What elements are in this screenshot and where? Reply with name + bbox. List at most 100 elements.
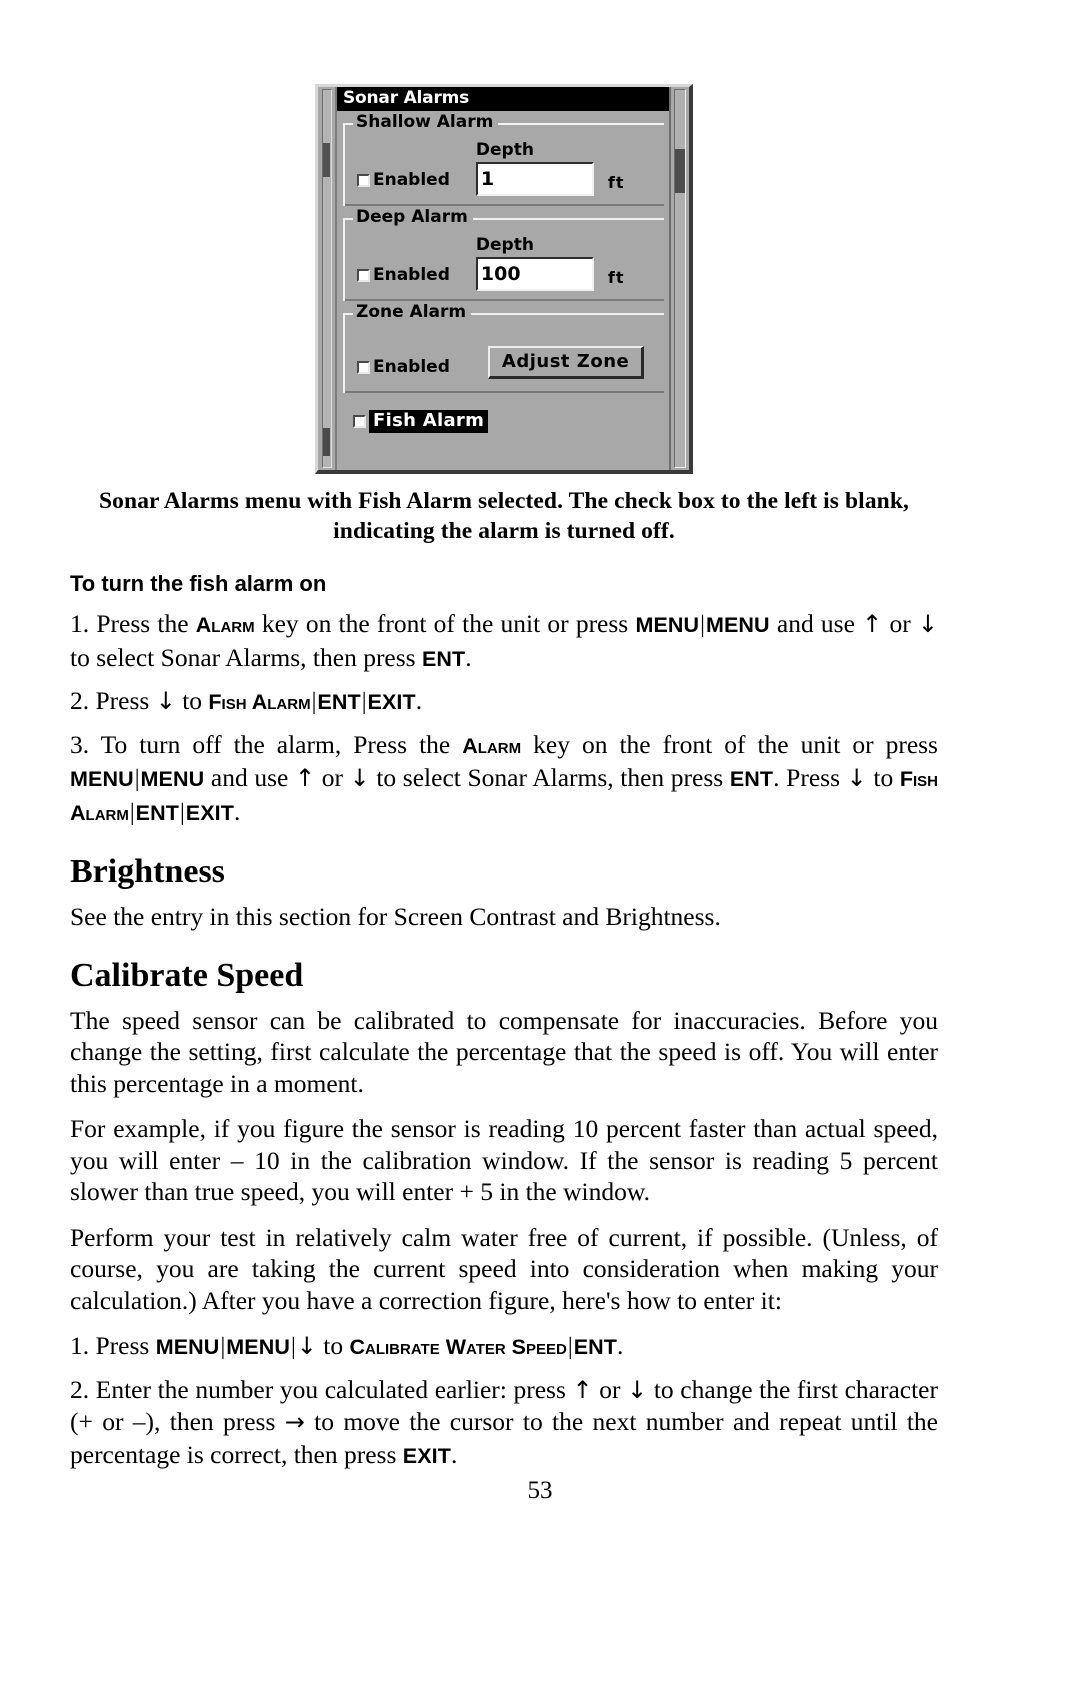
step3-text-3: and use: [204, 763, 295, 792]
shallow-alarm-depth-label: Depth: [475, 140, 534, 160]
checkbox-unchecked-icon[interactable]: [357, 360, 370, 374]
key-fish-alarm: Fish Alarm: [208, 690, 311, 714]
step-2-fish-alarm: 2. Press ↓ to Fish Alarm|ENT|EXIT.: [70, 685, 938, 719]
step3-text-8: .: [233, 796, 241, 826]
calstep2-text-2: or: [592, 1374, 628, 1404]
group-legend-shallow-alarm: Shallow Alarm: [353, 112, 499, 132]
calstep1-text-2: to: [316, 1331, 350, 1360]
shallow-alarm-enabled-label: Enabled: [373, 170, 450, 190]
key-exit: EXIT: [402, 1443, 451, 1468]
sonar-device-screen: Sonar Alarms Shallow Alarm Enabled Depth…: [315, 84, 693, 474]
calstep1-text-3: .: [617, 1331, 624, 1360]
page-number: 53: [527, 1477, 553, 1504]
paragraph-calibrate-1: The speed sensor can be calibrated to co…: [70, 1005, 938, 1098]
arrow-up-icon: ↑: [862, 610, 883, 638]
shallow-alarm-depth-entry: 1 ft: [475, 162, 625, 196]
step1-text-5: to select Sonar Alarms, then press: [70, 642, 422, 672]
key-menu: MENU: [226, 1335, 290, 1359]
key-menu: MENU: [705, 613, 770, 637]
key-separator: |: [290, 1334, 296, 1360]
deep-alarm-row: Enabled Depth 100 ft: [345, 220, 664, 293]
deep-alarm-enabled-label: Enabled: [373, 265, 450, 285]
deep-alarm-enabled-checkbox-row[interactable]: Enabled: [357, 265, 450, 291]
step3-text-6: . Press: [773, 763, 847, 792]
step2-text-2: to: [175, 686, 209, 715]
deep-alarm-depth-label: Depth: [475, 235, 534, 255]
cal-step-1: 1. Press MENU|MENU|↓ to Calibrate Water …: [70, 1330, 938, 1364]
paragraph-brightness: See the entry in this section for Screen…: [70, 902, 721, 931]
arrow-down-icon: ↓: [296, 1332, 317, 1360]
document-page: Sonar Alarms Shallow Alarm Enabled Depth…: [0, 0, 1080, 1682]
deep-alarm-depth-unit: ft: [607, 268, 625, 287]
deep-alarm-depth-block: Depth 100 ft: [475, 235, 625, 291]
checkbox-unchecked-icon[interactable]: [357, 173, 370, 187]
key-ent: ENT: [317, 690, 361, 714]
zone-alarm-enabled-checkbox-row[interactable]: Enabled: [357, 357, 450, 383]
step3-text-2: key on the front of the unit or press: [521, 729, 938, 759]
zone-alarm-enabled-label: Enabled: [373, 357, 450, 377]
group-legend-deep-alarm: Deep Alarm: [353, 207, 473, 227]
key-ent: ENT: [573, 1335, 617, 1359]
cal-step-2: 2. Enter the number you calculated earli…: [70, 1374, 938, 1473]
key-alarm: Alarm: [462, 733, 522, 758]
heading-calibrate-speed: Calibrate Speed: [70, 956, 304, 994]
arrow-up-icon: ↑: [572, 1375, 593, 1404]
fish-alarm-row[interactable]: Fish Alarm: [343, 393, 664, 433]
arrow-down-icon: ↓: [155, 687, 176, 715]
key-alarm: Alarm: [195, 613, 255, 637]
adjust-zone-button[interactable]: Adjust Zone: [487, 346, 645, 379]
checkbox-unchecked-icon[interactable]: [357, 268, 370, 282]
key-separator: |: [179, 799, 185, 826]
menu-scrollbar-thumb[interactable]: [675, 149, 685, 193]
step-1-fish-alarm: 1. Press the Alarm key on the front of t…: [70, 608, 938, 675]
arrow-up-icon: ↑: [294, 764, 316, 792]
step-3-fish-alarm: 3. To turn off the alarm, Press the Alar…: [70, 729, 938, 830]
step2-text-3: .: [415, 686, 423, 715]
menu-window: Sonar Alarms Shallow Alarm Enabled Depth…: [337, 87, 669, 470]
step3-text-4: or: [315, 763, 350, 792]
group-shallow-alarm: Shallow Alarm Enabled Depth 1 ft: [343, 112, 664, 206]
menu-title-bar: Sonar Alarms: [337, 87, 669, 111]
group-deep-alarm: Deep Alarm Enabled Depth 100 ft: [343, 207, 664, 301]
key-menu: MENU: [140, 767, 205, 791]
key-calibrate-water-speed: Calibrate Water Speed: [349, 1335, 567, 1359]
step3-text-5: to select Sonar Alarms, then press: [369, 763, 730, 792]
key-ent: ENT: [729, 767, 774, 791]
left-scroll-gutter: [318, 87, 337, 470]
key-separator: |: [134, 766, 140, 792]
shallow-alarm-row: Enabled Depth 1 ft: [345, 125, 664, 198]
arrow-down-icon: ↓: [349, 764, 370, 792]
arrow-down-icon: ↓: [917, 610, 938, 638]
checkbox-unchecked-icon[interactable]: [353, 415, 366, 428]
heading-brightness: Brightness: [70, 853, 225, 890]
key-exit: EXIT: [367, 690, 416, 714]
paragraph-calibrate-2: For example, if you figure the sensor is…: [70, 1114, 938, 1206]
menu-scrollbar[interactable]: [669, 87, 689, 470]
shallow-alarm-depth-input[interactable]: 1: [475, 162, 594, 196]
key-separator: |: [700, 612, 705, 638]
key-exit: EXIT: [185, 800, 234, 825]
key-separator: |: [567, 1334, 573, 1360]
shallow-alarm-depth-block: Depth 1 ft: [475, 140, 625, 196]
step1-text-2: key on the front of the unit or press: [254, 609, 636, 638]
key-menu: MENU: [70, 767, 134, 791]
fish-alarm-label-selected: Fish Alarm: [369, 410, 489, 433]
key-menu: MENU: [635, 613, 700, 637]
step3-text-7: to: [866, 763, 900, 792]
deep-alarm-depth-input[interactable]: 100: [475, 257, 594, 291]
shallow-alarm-enabled-checkbox-row[interactable]: Enabled: [357, 170, 450, 196]
key-ent: ENT: [421, 646, 466, 671]
menu-scrollbar-track[interactable]: [674, 89, 686, 468]
key-separator: |: [129, 799, 135, 826]
zone-alarm-row: Enabled Adjust Zone: [345, 315, 664, 385]
key-menu: MENU: [155, 1335, 220, 1359]
left-scroll-thumb-lower[interactable]: [323, 428, 330, 456]
key-separator: |: [361, 689, 367, 715]
left-scroll-thumb-upper[interactable]: [323, 143, 330, 177]
arrow-down-icon: ↓: [627, 1375, 648, 1404]
shallow-alarm-depth-unit: ft: [607, 173, 625, 192]
arrow-right-icon: →: [284, 1408, 305, 1436]
step1-text-3: and use: [769, 609, 863, 638]
figure-caption: Sonar Alarms menu with Fish Alarm select…: [99, 488, 909, 544]
calstep2-text-5: .: [450, 1439, 458, 1469]
